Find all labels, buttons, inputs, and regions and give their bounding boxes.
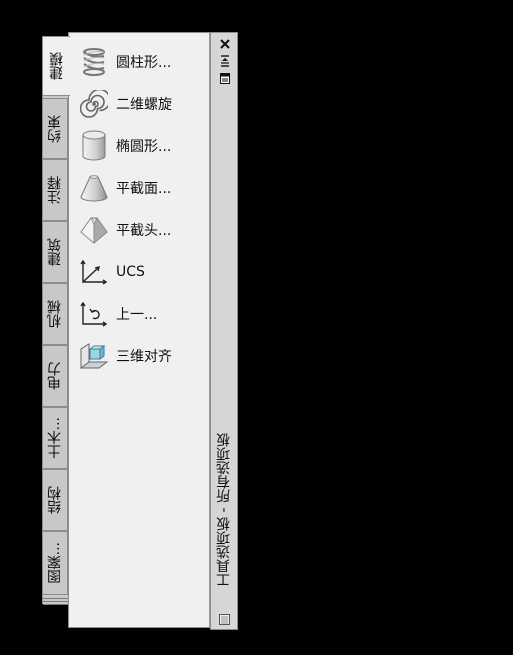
ucs-axes-icon	[79, 256, 109, 288]
properties-icon[interactable]	[218, 71, 232, 85]
tab-label: 建筑	[47, 238, 63, 266]
tab-modeling[interactable]: 建模	[42, 36, 70, 96]
tool-label: UCS	[116, 264, 145, 280]
palette-title: 工具选项板 - 所有选项板	[216, 433, 232, 587]
palette-title-bar[interactable]: 工具选项板 - 所有选项板	[210, 32, 238, 630]
tool-label: 平截面...	[116, 181, 172, 197]
tab-label: 电力	[47, 362, 63, 390]
tool-ucs-previous[interactable]: 上一...	[79, 297, 157, 331]
tool-label: 平截头...	[116, 223, 172, 239]
tool-2d-spiral[interactable]: 二维螺旋	[79, 87, 172, 121]
tab-label: 约束	[47, 114, 63, 143]
ucs-previous-icon	[79, 298, 109, 330]
tab-architectural[interactable]: 建筑	[42, 221, 68, 283]
auto-hide-icon[interactable]	[218, 54, 232, 68]
tool-palette: 建模 约束 注释 建筑 机械 电力 土木... 结构 图案... 圆柱形... …	[42, 32, 238, 630]
tool-cone[interactable]: 平截面...	[79, 171, 171, 205]
tool-3d-align[interactable]: 三维对齐	[79, 339, 172, 373]
tool-label: 上一...	[116, 307, 158, 323]
elliptical-cylinder-icon	[79, 130, 109, 162]
palette-menu-icon[interactable]	[218, 613, 232, 627]
tab-stack-edge	[43, 601, 69, 602]
helix-spring-icon	[79, 46, 109, 78]
tab-stack-edge	[43, 598, 69, 599]
tab-label: 注释	[47, 176, 63, 204]
tab-electrical[interactable]: 电力	[42, 345, 68, 407]
tab-annotation[interactable]: 注释	[42, 159, 68, 221]
close-icon[interactable]	[218, 37, 232, 51]
tool-elliptical[interactable]: 椭圆形...	[79, 129, 171, 163]
tab-label: 结构	[47, 486, 63, 514]
tab-label: 图案...	[47, 542, 63, 584]
tab-label: 机械	[47, 300, 63, 328]
tab-column: 建模 约束 注释 建筑 机械 电力 土木... 结构 图案...	[42, 36, 70, 632]
tab-label: 土木...	[47, 417, 63, 459]
tab-hatch[interactable]: 图案...	[42, 531, 68, 595]
tab-label: 建模	[48, 52, 65, 80]
tab-civil[interactable]: 土木...	[42, 407, 68, 469]
tool-helix[interactable]: 圆柱形...	[79, 45, 171, 79]
tool-label: 二维螺旋	[116, 97, 172, 113]
tab-structural[interactable]: 结构	[42, 469, 68, 531]
tool-ucs[interactable]: UCS	[79, 255, 145, 289]
tool-pyramid[interactable]: 平截头...	[79, 213, 171, 247]
tab-constraints[interactable]: 约束	[42, 98, 68, 159]
3d-align-icon	[79, 340, 109, 372]
tool-label: 圆柱形...	[116, 55, 172, 71]
spiral-icon	[79, 88, 109, 120]
tool-label: 椭圆形...	[116, 139, 172, 155]
tool-list-panel: 圆柱形... 二维螺旋 椭圆形... 平截面... 平截头... UCS 上一.…	[68, 32, 210, 628]
tab-stack-edge	[43, 604, 69, 605]
tool-label: 三维对齐	[116, 349, 172, 365]
cone-icon	[79, 172, 109, 204]
tab-mechanical[interactable]: 机械	[42, 283, 68, 345]
pyramid-icon	[79, 214, 109, 246]
